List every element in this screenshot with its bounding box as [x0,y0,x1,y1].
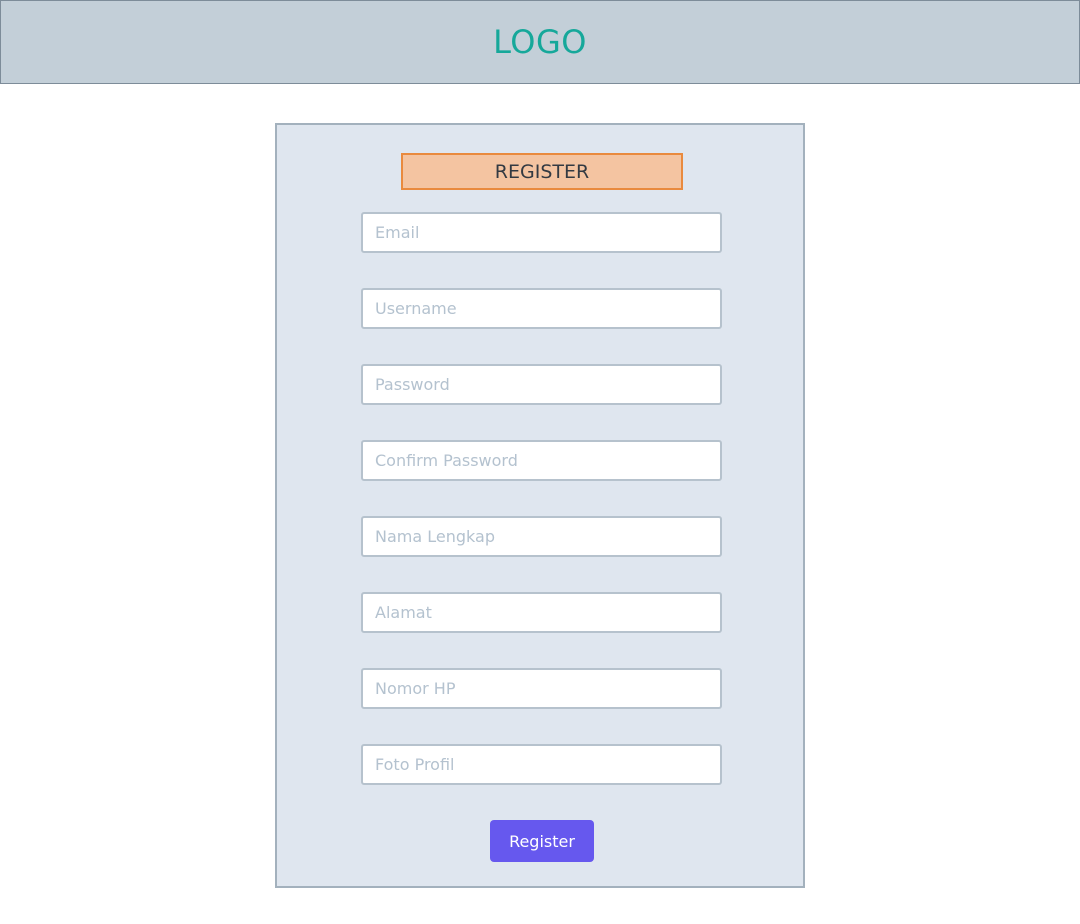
header-bar: LOGO [0,0,1080,84]
confirm-password-input[interactable] [361,440,722,481]
profile-photo-input[interactable] [361,744,722,785]
register-title: REGISTER [401,153,683,190]
address-input[interactable] [361,592,722,633]
password-input[interactable] [361,364,722,405]
username-input[interactable] [361,288,722,329]
logo: LOGO [493,23,587,61]
email-input[interactable] [361,212,722,253]
register-button[interactable]: Register [490,820,594,862]
register-card: REGISTER Register [275,123,805,888]
full-name-input[interactable] [361,516,722,557]
phone-number-input[interactable] [361,668,722,709]
